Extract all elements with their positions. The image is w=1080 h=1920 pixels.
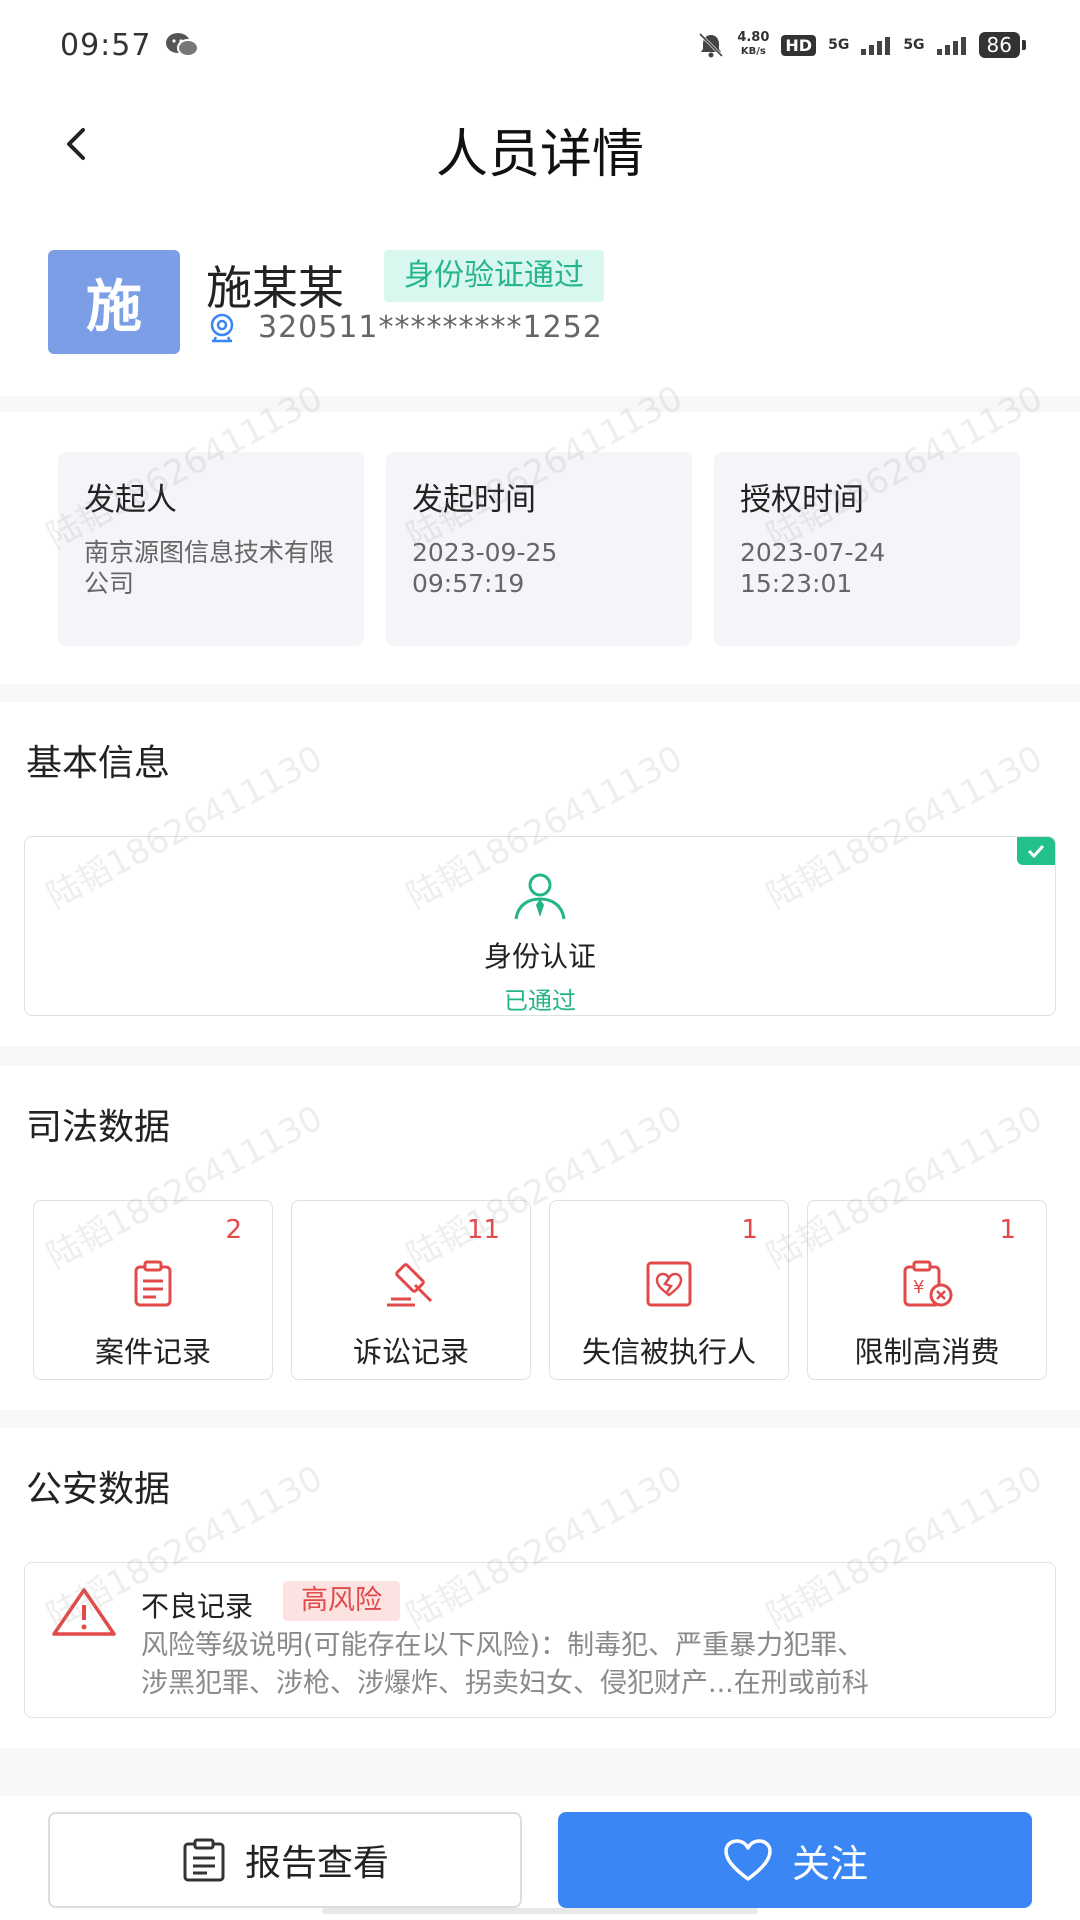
signal-5g-2: 5G [903, 37, 925, 53]
clipboard-icon [34, 1259, 272, 1309]
judicial-card-label: 限制高消费 [854, 1335, 1000, 1369]
identity-auth-label: 身份认证 [483, 940, 596, 973]
svg-text:¥: ¥ [913, 1277, 924, 1298]
count-badge: 2 [225, 1215, 242, 1245]
count-badge: 11 [466, 1215, 500, 1245]
section-title: 基本信息 [26, 743, 171, 784]
report-view-label: 报告查看 [244, 1843, 389, 1884]
info-card-label: 发起人 [84, 482, 177, 518]
battery-icon: 86 [978, 32, 1027, 58]
network-speed: 4.80 KB/s [737, 30, 770, 58]
section-title: 司法数据 [26, 1107, 171, 1148]
person-name: 施某某 [206, 261, 344, 315]
info-card-value: 2023-09-25 09:57:19 [412, 538, 558, 598]
signal-bars-icon [861, 37, 891, 55]
bad-record-card[interactable]: 不良记录 高风险 风险等级说明(可能存在以下风险)：制毒犯、严重暴力犯罪、 涉黑… [24, 1562, 1056, 1718]
judicial-card-consumption-limit[interactable]: 1 ¥ 限制高消费 [807, 1200, 1047, 1380]
judicial-card-label: 失信被执行人 [581, 1335, 756, 1369]
bad-record-title: 不良记录 [141, 1590, 254, 1623]
signal-5g-1: 5G [828, 37, 850, 53]
police-data-section: 公安数据 不良记录 高风险 风险等级说明(可能存在以下风险)：制毒犯、严重暴力犯… [0, 1428, 1080, 1748]
person-id-icon [514, 873, 566, 920]
judicial-card-case-records[interactable]: 2 案件记录 [33, 1200, 273, 1380]
home-indicator [322, 1908, 758, 1914]
follow-button[interactable]: 关注 [558, 1812, 1032, 1908]
status-indicators: 4.80 KB/s HD 5G 5G 86 [697, 30, 1027, 59]
follow-label: 关注 [791, 1841, 868, 1886]
basic-info-section: 基本信息 身份认证 已通过 [0, 702, 1080, 1046]
judicial-data-section: 司法数据 2 案件记录 11 诉讼记录 1 失信被执行人 1 ¥ 限制高消费 [0, 1066, 1080, 1410]
risk-description: 风险等级说明(可能存在以下风险)：制毒犯、严重暴力犯罪、 涉黑犯罪、涉枪、涉爆炸… [141, 1630, 869, 1699]
warning-icon [52, 1588, 116, 1636]
verify-badge: 身份验证通过 [384, 250, 604, 302]
report-view-button[interactable]: 报告查看 [48, 1812, 522, 1908]
judicial-card-dishonest-executed[interactable]: 1 失信被执行人 [549, 1200, 789, 1380]
section-title: 公安数据 [26, 1469, 171, 1510]
info-card-value: 2023-07-24 15:23:01 [740, 538, 886, 598]
info-card-label: 发起时间 [412, 482, 536, 518]
id-number: 320511*********1252 [258, 310, 603, 345]
identity-auth-status: 已通过 [504, 987, 576, 1015]
count-badge: 1 [999, 1215, 1016, 1245]
report-icon [183, 1838, 225, 1882]
identity-auth-item: 身份认证 已通过 [25, 871, 1055, 1015]
bell-off-icon [699, 32, 724, 58]
info-card-start-time: 发起时间 2023-09-25 09:57:19 [386, 452, 692, 646]
id-row: 320511*********1252 [206, 310, 603, 345]
judicial-card-label: 诉讼记录 [352, 1335, 469, 1369]
check-icon [1017, 837, 1055, 865]
signal-bars-icon [936, 37, 966, 55]
profile-header: 施 施某某 身份验证通过 320511*********1252 [0, 200, 1080, 396]
status-time: 09:57 [60, 27, 152, 63]
info-card-label: 授权时间 [740, 482, 864, 518]
request-info-section: 发起人 南京源图信息技术有限公司 发起时间 2023-09-25 09:57:1… [0, 412, 1080, 684]
nav-bar: 人员详情 [0, 90, 1080, 200]
count-badge: 1 [741, 1215, 758, 1245]
info-card-value: 南京源图信息技术有限公司 [84, 538, 335, 598]
broken-heart-icon [550, 1259, 788, 1309]
restricted-spending-icon: ¥ [808, 1259, 1046, 1309]
status-bar: 09:57 4.80 KB/s HD 5G 5G 86 [0, 0, 1080, 90]
risk-level-badge: 高风险 [283, 1581, 400, 1621]
info-card-auth-time: 授权时间 2023-07-24 15:23:01 [714, 452, 1020, 646]
hd-icon: HD [781, 34, 817, 56]
judicial-card-label: 案件记录 [94, 1335, 211, 1369]
id-camera-icon [210, 313, 234, 342]
bottom-action-bar: 报告查看 关注 [0, 1796, 1080, 1920]
gavel-icon [292, 1259, 530, 1309]
judicial-card-litigation-records[interactable]: 11 诉讼记录 [291, 1200, 531, 1380]
avatar: 施 [48, 250, 180, 354]
info-card-initiator: 发起人 南京源图信息技术有限公司 [58, 452, 364, 646]
identity-auth-card[interactable]: 身份认证 已通过 [24, 836, 1056, 1016]
heart-icon [724, 1839, 772, 1881]
page-title: 人员详情 [435, 125, 644, 185]
wechat-icon [166, 33, 200, 57]
